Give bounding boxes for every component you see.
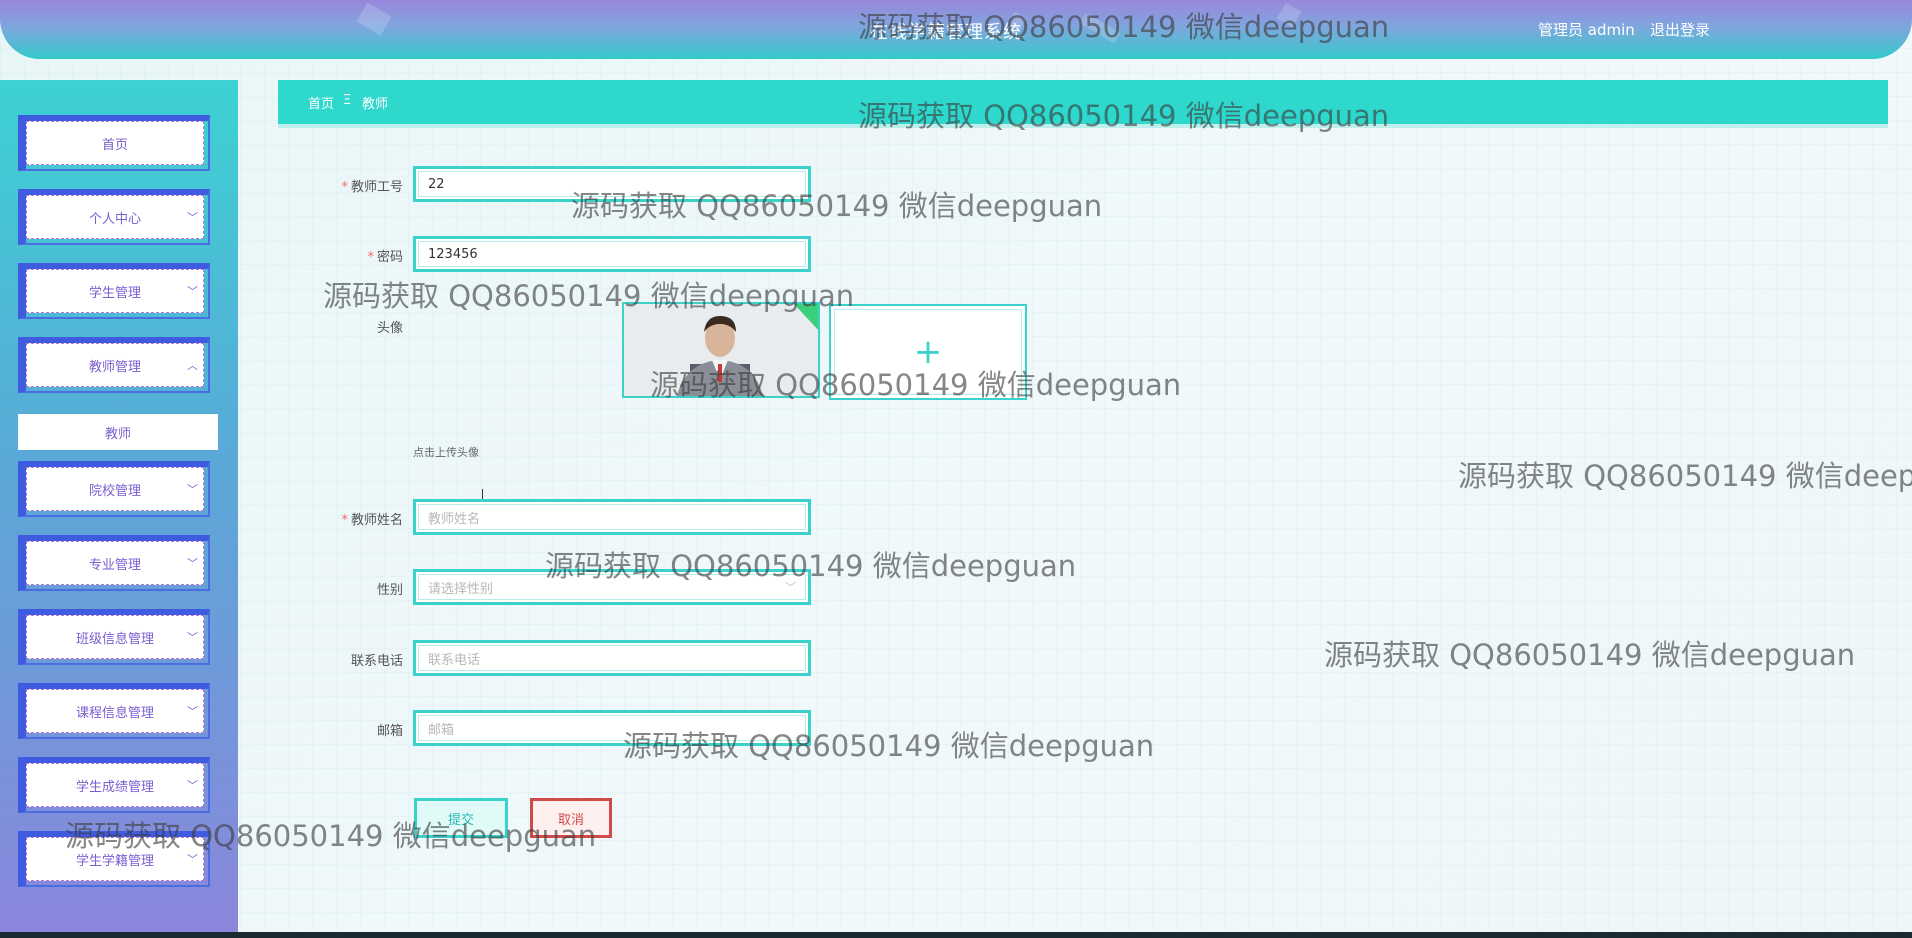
sidebar-subitem-teacher[interactable]: 教师 <box>18 414 218 450</box>
sidebar-item-personal-center[interactable]: 个人中心 ﹀ <box>18 189 210 245</box>
app-title: 在线学籍管理系统 <box>870 22 1022 43</box>
sidebar-item-label: 学生管理 <box>88 285 141 301</box>
breadcrumb: 首页 Ξ 教师 <box>278 80 1888 124</box>
phone-input[interactable]: 联系电话 <box>413 640 811 676</box>
chevron-down-icon: ﹀ <box>187 211 198 224</box>
watermark: 源码获取 QQ86050149 微信deepguan <box>1324 638 1856 672</box>
top-header: 在线学籍管理系统 管理员 admin 退出登录 <box>0 0 1912 59</box>
menu-inner: 个人中心 <box>26 195 204 239</box>
teacher-name-label: * 教师姓名 <box>283 509 403 528</box>
cancel-button[interactable]: 取消 <box>530 798 612 838</box>
header-decoration <box>356 2 392 36</box>
password-input[interactable]: 123456 <box>413 236 811 272</box>
sidebar-item-course-management[interactable]: 课程信息管理 ﹀ <box>18 683 210 739</box>
sidebar-item-label: 个人中心 <box>88 211 141 227</box>
current-user: 管理员 admin <box>1538 21 1635 39</box>
sidebar-item-major-management[interactable]: 专业管理 ﹀ <box>18 535 210 591</box>
required-mark: * <box>341 513 348 528</box>
menu-inner: 专业管理 <box>26 541 204 585</box>
sidebar: 首页 个人中心 ﹀ 学生管理 ﹀ 教师管理 ︿ 教师 院校管理 ﹀ 专业管理 ﹀… <box>0 80 238 938</box>
sidebar-item-label: 学生成绩管理 <box>75 779 154 795</box>
sidebar-item-grade-management[interactable]: 学生成绩管理 ﹀ <box>18 757 210 813</box>
upload-hint: 点击上传头像 <box>413 446 479 459</box>
submit-button[interactable]: 提交 <box>414 798 508 838</box>
teacher-name-label-text: 教师姓名 <box>350 513 403 528</box>
password-label: * 密码 <box>283 246 403 265</box>
password-label-text: 密码 <box>376 250 403 265</box>
logout-button[interactable]: 退出登录 <box>1650 19 1710 40</box>
watermark: 源码获取 QQ86050149 微信deep <box>1458 459 1912 493</box>
breadcrumb-separator-icon: Ξ <box>343 93 352 108</box>
sidebar-item-school-management[interactable]: 院校管理 ﹀ <box>18 461 210 517</box>
menu-inner: 学生管理 <box>26 269 204 313</box>
sidebar-item-label: 教师管理 <box>88 359 141 375</box>
menu-inner: 学生成绩管理 <box>26 763 204 807</box>
chevron-up-icon: ︿ <box>187 359 198 372</box>
teacher-id-label: * 教师工号 <box>283 176 403 195</box>
chevron-down-icon: ﹀ <box>187 557 198 570</box>
sidebar-item-teacher-management[interactable]: 教师管理 ︿ <box>18 337 210 393</box>
chevron-down-icon: ﹀ <box>187 631 198 644</box>
email-label: 邮箱 <box>376 724 403 739</box>
sidebar-item-label: 班级信息管理 <box>75 631 154 647</box>
chevron-down-icon: ﹀ <box>187 285 198 298</box>
chevron-down-icon: ﹀ <box>187 779 198 792</box>
header-decoration <box>1079 12 1121 44</box>
breadcrumb-home[interactable]: 首页 <box>308 93 334 112</box>
sidebar-item-home[interactable]: 首页 <box>18 115 210 171</box>
menu-inner: 院校管理 <box>26 467 204 511</box>
plus-icon: + <box>913 332 943 372</box>
gender-select-placeholder: 请选择性别 <box>428 581 494 597</box>
chevron-down-icon: ﹀ <box>187 853 198 866</box>
sidebar-item-label: 首页 <box>101 137 128 153</box>
menu-inner: 课程信息管理 <box>26 689 204 733</box>
gender-label: 性别 <box>376 583 403 598</box>
sidebar-item-enrollment-management[interactable]: 学生学籍管理 ﹀ <box>18 831 210 887</box>
chevron-down-icon: ﹀ <box>187 483 198 496</box>
required-mark: * <box>367 250 374 265</box>
teacher-id-input[interactable]: 22 <box>413 166 811 202</box>
email-input[interactable]: 邮箱 <box>413 710 811 746</box>
bottom-bar <box>0 932 1912 938</box>
header-decoration <box>1276 2 1302 28</box>
avatar-preview[interactable] <box>622 302 820 398</box>
avatar-image <box>624 304 818 396</box>
menu-inner: 班级信息管理 <box>26 615 204 659</box>
sidebar-item-student-management[interactable]: 学生管理 ﹀ <box>18 263 210 319</box>
breadcrumb-current: 教师 <box>362 97 389 112</box>
menu-inner: 教师管理 <box>26 343 204 387</box>
gender-select[interactable]: 请选择性别 ﹀ <box>413 569 811 605</box>
phone-label: 联系电话 <box>350 654 403 669</box>
sidebar-item-class-management[interactable]: 班级信息管理 ﹀ <box>18 609 210 665</box>
chevron-down-icon: ﹀ <box>187 705 198 718</box>
sidebar-item-label: 专业管理 <box>88 557 141 573</box>
teacher-name-input[interactable]: 教师姓名 <box>413 499 811 535</box>
avatar-upload-button[interactable]: + <box>829 304 1027 400</box>
sidebar-item-label: 学生学籍管理 <box>75 853 154 869</box>
required-mark: * <box>341 180 348 195</box>
menu-inner: 学生学籍管理 <box>26 837 204 881</box>
sidebar-item-label: 院校管理 <box>88 483 141 499</box>
sidebar-item-label: 课程信息管理 <box>75 705 154 721</box>
chevron-down-icon: ﹀ <box>785 581 796 594</box>
teacher-id-label-text: 教师工号 <box>350 180 403 195</box>
avatar-label: 头像 <box>376 321 403 336</box>
menu-inner: 首页 <box>26 121 204 165</box>
